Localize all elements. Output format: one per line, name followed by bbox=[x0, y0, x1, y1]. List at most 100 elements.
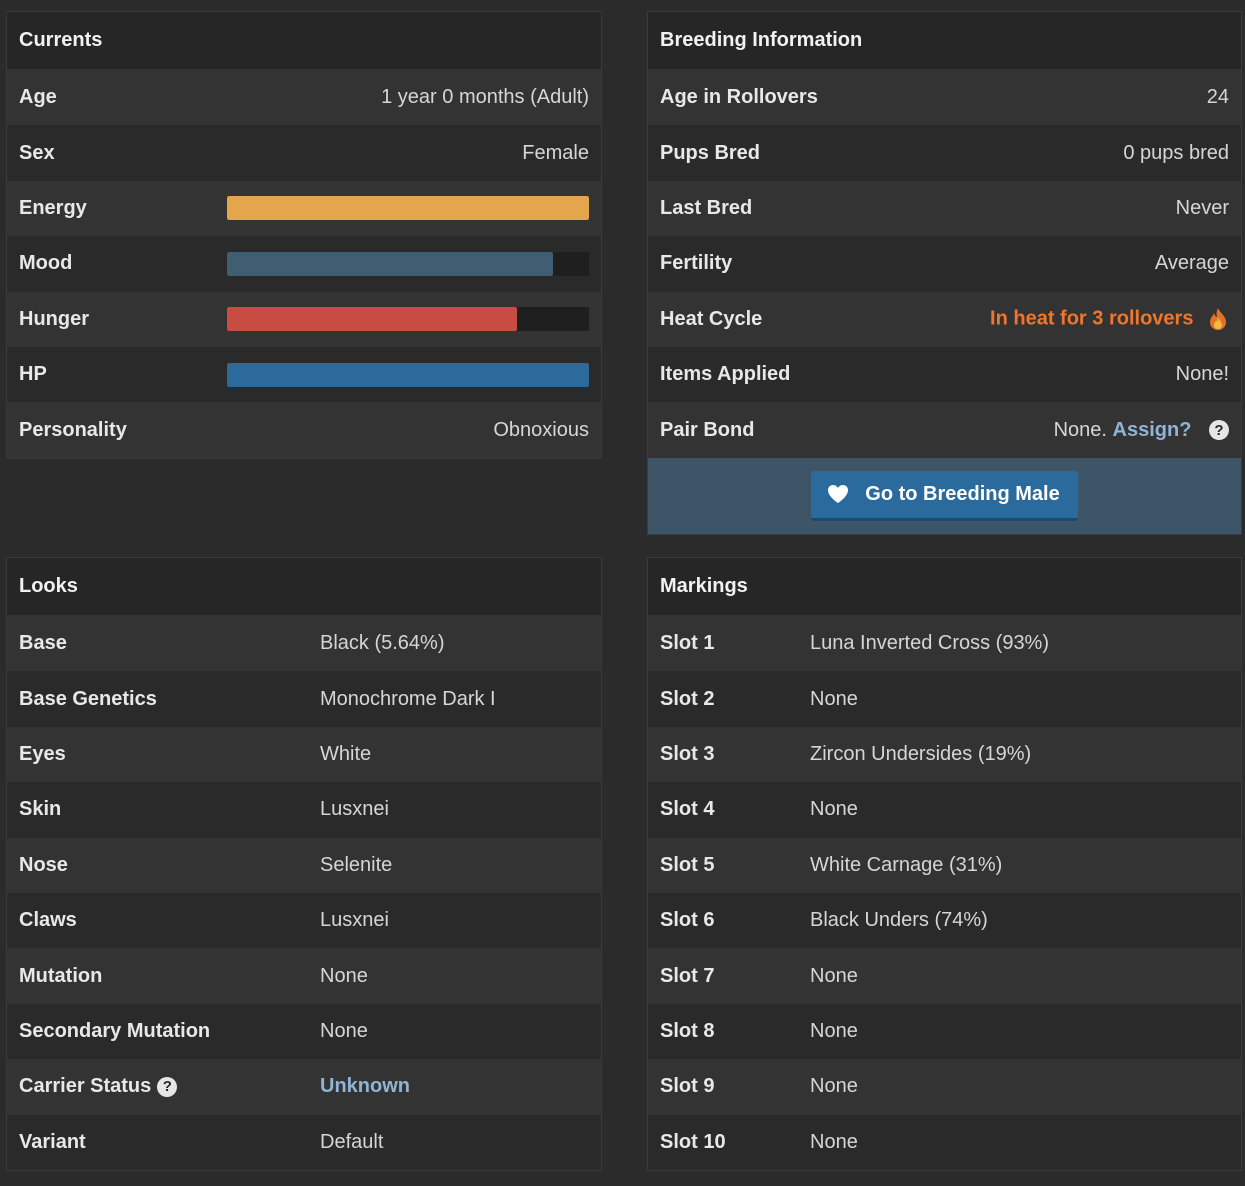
currents-panel: Currents Age 1 year 0 months (Adult) Sex… bbox=[6, 11, 602, 459]
breeding-panel: Breeding Information Age in Rollovers 24… bbox=[647, 11, 1242, 535]
markings-row: Slot 3 Zircon Undersides (19%) bbox=[648, 726, 1241, 783]
markings-row-value: None bbox=[810, 964, 858, 987]
hp-bar-fill bbox=[227, 362, 589, 387]
sex-row: Sex Female bbox=[7, 125, 601, 181]
age-rollovers-label: Age in Rollovers bbox=[660, 86, 818, 109]
looks-row: Eyes White bbox=[7, 726, 601, 783]
heat-cycle-value: In heat for 3 rollovers bbox=[990, 307, 1194, 330]
pair-bond-row: Pair Bond None. Assign? ? bbox=[648, 402, 1241, 458]
markings-row-label: Slot 7 bbox=[660, 964, 715, 987]
markings-row: Slot 10 None bbox=[648, 1114, 1241, 1170]
go-to-breeding-male-button[interactable]: Go to Breeding Male bbox=[811, 470, 1078, 521]
hunger-label: Hunger bbox=[19, 307, 89, 330]
items-applied-row: Items Applied None! bbox=[648, 346, 1241, 403]
last-bred-row: Last Bred Never bbox=[648, 180, 1241, 237]
heat-cycle-label: Heat Cycle bbox=[660, 307, 763, 330]
looks-row-label: Mutation bbox=[19, 964, 103, 987]
looks-row-value: Lusxnei bbox=[320, 798, 389, 821]
looks-row-label: Carrier Status bbox=[19, 1075, 152, 1098]
sex-label: Sex bbox=[19, 141, 55, 164]
fertility-label: Fertility bbox=[660, 252, 733, 275]
pups-bred-row: Pups Bred 0 pups bred bbox=[648, 125, 1241, 181]
looks-row: Mutation None bbox=[7, 948, 601, 1004]
looks-row-label: Claws bbox=[19, 909, 77, 932]
hunger-row: Hunger bbox=[7, 291, 601, 347]
looks-row-value[interactable]: Unknown bbox=[320, 1075, 410, 1098]
markings-row-label: Slot 10 bbox=[660, 1130, 726, 1153]
mood-label: Mood bbox=[19, 252, 73, 275]
age-rollovers-row: Age in Rollovers 24 bbox=[648, 70, 1241, 126]
assign-link[interactable]: Assign? bbox=[1113, 419, 1192, 441]
markings-row: Slot 9 None bbox=[648, 1059, 1241, 1115]
markings-row-value: None bbox=[810, 1019, 858, 1042]
heat-cycle-value-wrap: In heat for 3 rollovers bbox=[990, 307, 1229, 331]
breeding-male-area: Go to Breeding Male bbox=[648, 457, 1241, 534]
mood-row: Mood bbox=[7, 236, 601, 292]
hp-label: HP bbox=[19, 363, 47, 386]
looks-row-label: Eyes bbox=[19, 742, 66, 765]
pair-bond-label: Pair Bond bbox=[660, 418, 755, 441]
personality-value: Obnoxious bbox=[493, 418, 589, 441]
looks-row-label: Base bbox=[19, 632, 67, 655]
looks-row: Base Genetics Monochrome Dark I bbox=[7, 671, 601, 727]
hp-bar bbox=[227, 362, 589, 387]
looks-row-label: Nose bbox=[19, 853, 68, 876]
markings-row: Slot 5 White Carnage (31%) bbox=[648, 837, 1241, 893]
markings-row: Slot 8 None bbox=[648, 1003, 1241, 1060]
age-rollovers-value: 24 bbox=[1206, 86, 1229, 109]
markings-row-value: White Carnage (31%) bbox=[810, 853, 1003, 876]
looks-row: Variant Default bbox=[7, 1114, 601, 1170]
looks-row-value: Lusxnei bbox=[320, 909, 389, 932]
age-value: 1 year 0 months (Adult) bbox=[381, 86, 589, 109]
heat-cycle-row: Heat Cycle In heat for 3 rollovers bbox=[648, 291, 1241, 347]
currents-title: Currents bbox=[7, 12, 601, 70]
personality-row: Personality Obnoxious bbox=[7, 402, 601, 458]
markings-row: Slot 4 None bbox=[648, 782, 1241, 838]
pups-bred-value: 0 pups bred bbox=[1123, 141, 1229, 164]
energy-label: Energy bbox=[19, 196, 87, 219]
markings-row-value: None bbox=[810, 1075, 858, 1098]
looks-row: Carrier Status? Unknown bbox=[7, 1059, 601, 1115]
looks-title: Looks bbox=[7, 558, 601, 616]
markings-row-value: Luna Inverted Cross (93%) bbox=[810, 632, 1050, 655]
markings-row-value: None bbox=[810, 1130, 858, 1153]
looks-row-value: Selenite bbox=[320, 853, 393, 876]
looks-row-value: White bbox=[320, 742, 372, 765]
markings-row-label: Slot 4 bbox=[660, 798, 715, 821]
items-applied-label: Items Applied bbox=[660, 363, 791, 386]
looks-row-label: Base Genetics bbox=[19, 687, 157, 710]
looks-row-value: None bbox=[320, 1019, 368, 1042]
markings-row-value: None bbox=[810, 798, 858, 821]
markings-panel: Markings Slot 1 Luna Inverted Cross (93%)… bbox=[647, 557, 1242, 1171]
help-icon[interactable]: ? bbox=[1209, 420, 1229, 441]
energy-bar-fill bbox=[227, 196, 589, 221]
markings-row: Slot 2 None bbox=[648, 671, 1241, 727]
mood-bar bbox=[227, 251, 589, 276]
last-bred-value: Never bbox=[1175, 196, 1229, 219]
markings-row-label: Slot 9 bbox=[660, 1075, 715, 1098]
looks-row: Secondary Mutation None bbox=[7, 1003, 601, 1060]
sex-value: Female bbox=[522, 141, 589, 164]
personality-label: Personality bbox=[19, 418, 127, 441]
age-label: Age bbox=[19, 86, 57, 109]
markings-row-label: Slot 6 bbox=[660, 909, 715, 932]
looks-row: Base Black (5.64%) bbox=[7, 616, 601, 672]
markings-row: Slot 1 Luna Inverted Cross (93%) bbox=[648, 616, 1241, 672]
hunger-bar-fill bbox=[227, 307, 517, 332]
age-row: Age 1 year 0 months (Adult) bbox=[7, 70, 601, 126]
looks-row-label: Skin bbox=[19, 798, 62, 821]
markings-row-value: Black Unders (74%) bbox=[810, 909, 988, 932]
looks-row-value: Monochrome Dark I bbox=[320, 687, 496, 710]
pair-bond-value-wrap: None. Assign? ? bbox=[1054, 419, 1229, 442]
mood-bar-fill bbox=[227, 251, 553, 276]
fertility-value: Average bbox=[1154, 252, 1229, 275]
energy-bar bbox=[227, 196, 589, 221]
carrier-help-icon[interactable]: ? bbox=[157, 1076, 178, 1097]
markings-row-label: Slot 5 bbox=[660, 853, 715, 876]
markings-row-label: Slot 8 bbox=[660, 1019, 715, 1042]
looks-row-label: Variant bbox=[19, 1130, 86, 1153]
looks-panel: Looks Base Black (5.64%) Base Genetics Mono… bbox=[6, 557, 602, 1171]
looks-row-label: Secondary Mutation bbox=[19, 1019, 211, 1042]
pups-bred-label: Pups Bred bbox=[660, 141, 761, 164]
flame-icon bbox=[1210, 308, 1226, 331]
